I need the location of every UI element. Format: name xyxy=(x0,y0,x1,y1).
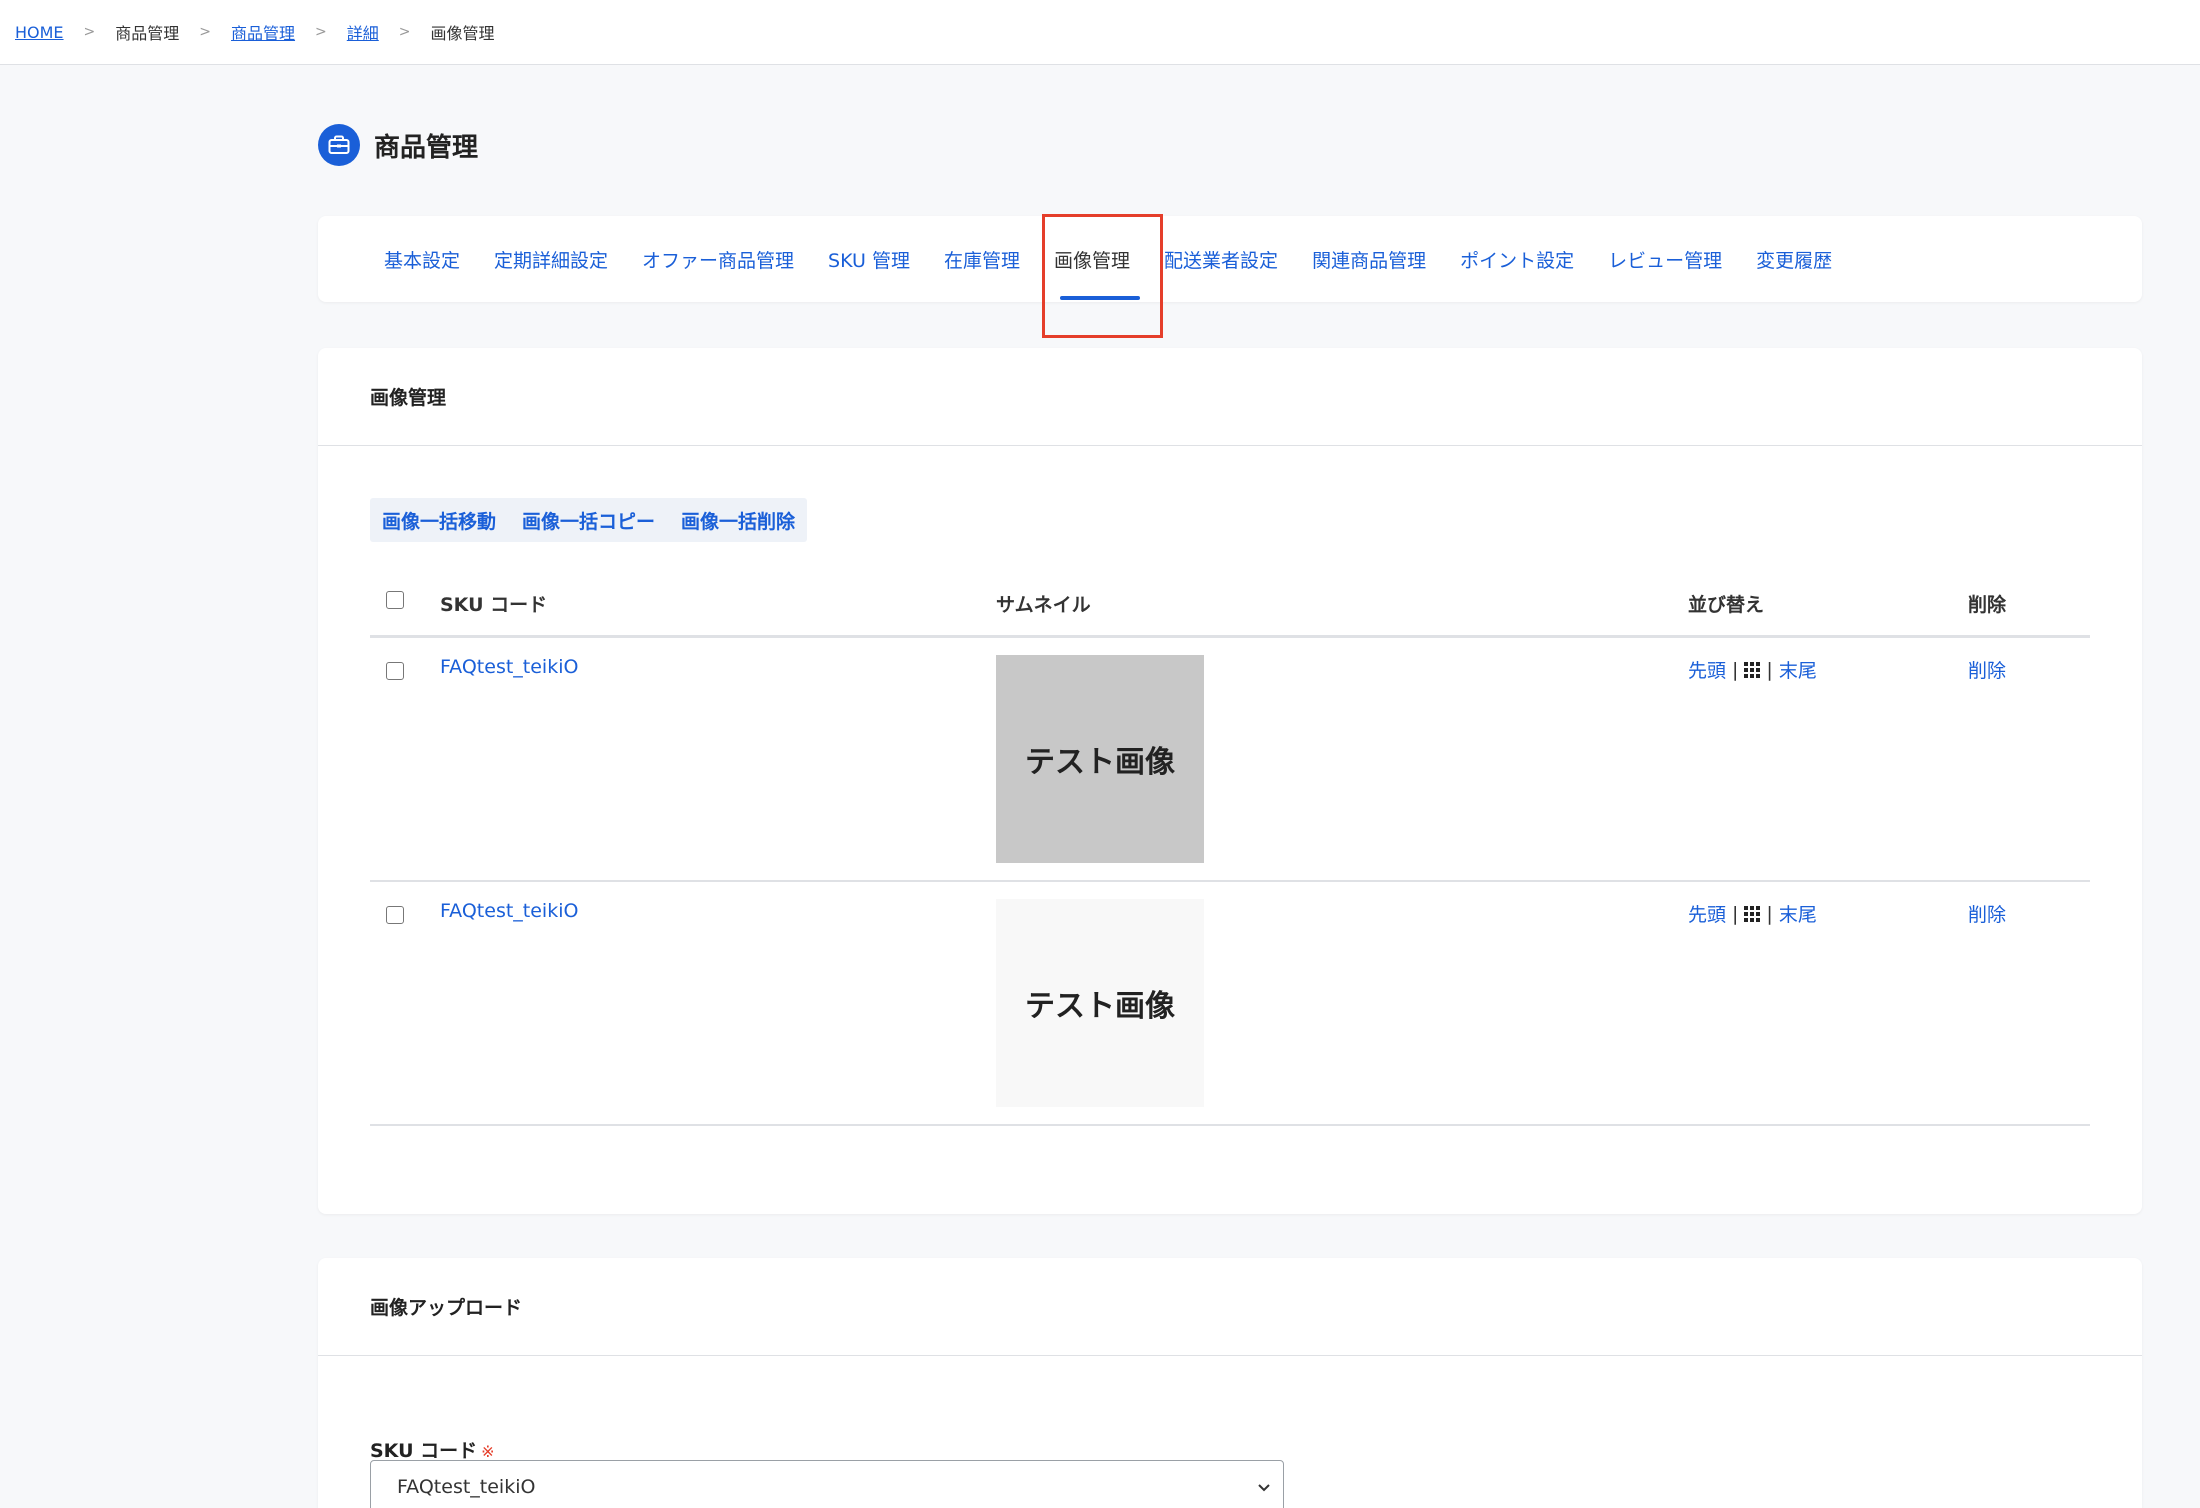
separator: | xyxy=(1766,658,1773,681)
bulk-move-button[interactable]: 画像一括移動 xyxy=(382,507,496,534)
section-title: 画像アップロード xyxy=(318,1258,2142,1356)
select-all-checkbox[interactable] xyxy=(386,591,404,609)
drag-handle-icon[interactable] xyxy=(1744,905,1761,922)
breadcrumb-separator: > xyxy=(398,24,411,40)
table-row: FAQtest_teikiO テスト画像 先頭 | | 末尾 削除 xyxy=(370,638,2090,882)
move-last-link[interactable]: 末尾 xyxy=(1779,656,1817,683)
image-management-card: 画像管理 画像一括移動 画像一括コピー 画像一括削除 SKU コード サムネイル… xyxy=(318,348,2142,1214)
breadcrumb: HOME > 商品管理 > 商品管理 > 詳細 > 画像管理 xyxy=(0,0,2200,65)
tab-inventory[interactable]: 在庫管理 xyxy=(944,216,1020,302)
section-title: 画像管理 xyxy=(318,348,2142,446)
bulk-delete-button[interactable]: 画像一括削除 xyxy=(681,507,795,534)
row-checkbox[interactable] xyxy=(386,662,404,680)
sku-link[interactable]: FAQtest_teikiO xyxy=(440,900,578,922)
drag-handle-icon[interactable] xyxy=(1744,661,1761,678)
tab-related-products[interactable]: 関連商品管理 xyxy=(1312,216,1426,302)
thumbnail-text: テスト画像 xyxy=(996,899,1204,1107)
image-table: SKU コード サムネイル 並び替え 削除 FAQtest_teikiO テスト… xyxy=(370,566,2090,1126)
sku-label-text: SKU コード xyxy=(370,1440,478,1462)
table-header: SKU コード サムネイル 並び替え 削除 xyxy=(370,566,2090,638)
breadcrumb-current: 画像管理 xyxy=(430,24,495,43)
header-sort: 並び替え xyxy=(1688,594,1765,616)
page-header: 商品管理 xyxy=(318,124,478,166)
breadcrumb-separator: > xyxy=(83,24,96,40)
separator: | xyxy=(1732,902,1739,925)
breadcrumb-item-product-management: 商品管理 xyxy=(115,24,180,43)
tab-history[interactable]: 変更履歴 xyxy=(1756,216,1832,302)
tabs-bar: 基本設定 定期詳細設定 オファー商品管理 SKU 管理 在庫管理 画像管理 配送… xyxy=(318,216,2142,302)
bulk-actions: 画像一括移動 画像一括コピー 画像一括削除 xyxy=(370,498,808,542)
tab-offer-products[interactable]: オファー商品管理 xyxy=(642,216,794,302)
move-first-link[interactable]: 先頭 xyxy=(1688,900,1726,927)
tab-basic-settings[interactable]: 基本設定 xyxy=(384,216,460,302)
thumbnail-image[interactable]: テスト画像 xyxy=(996,899,1204,1107)
breadcrumb-home-link[interactable]: HOME xyxy=(15,23,64,42)
header-thumbnail: サムネイル xyxy=(996,594,1091,616)
delete-link[interactable]: 削除 xyxy=(1968,656,2006,683)
sort-controls: 先頭 | | 末尾 xyxy=(1688,656,1817,683)
chevron-down-icon xyxy=(1258,1484,1270,1492)
table-row: FAQtest_teikiO テスト画像 先頭 | | 末尾 削除 xyxy=(370,882,2090,1126)
tab-reviews[interactable]: レビュー管理 xyxy=(1608,216,1722,302)
move-last-link[interactable]: 末尾 xyxy=(1779,900,1817,927)
header-sku: SKU コード xyxy=(440,594,548,616)
briefcase-icon xyxy=(318,124,360,166)
header-delete: 削除 xyxy=(1968,594,2007,616)
row-checkbox[interactable] xyxy=(386,906,404,924)
image-upload-card: 画像アップロード SKU コード ※ FAQtest_teikiO xyxy=(318,1258,2142,1508)
sku-field-label: SKU コード ※ xyxy=(370,1436,495,1463)
required-mark: ※ xyxy=(481,1442,495,1461)
delete-link[interactable]: 削除 xyxy=(1968,900,2006,927)
tab-sku-management[interactable]: SKU 管理 xyxy=(828,216,910,302)
tab-points[interactable]: ポイント設定 xyxy=(1460,216,1574,302)
tab-subscription-details[interactable]: 定期詳細設定 xyxy=(494,216,608,302)
thumbnail-image[interactable]: テスト画像 xyxy=(996,655,1204,863)
breadcrumb-product-management-link[interactable]: 商品管理 xyxy=(231,20,295,44)
move-first-link[interactable]: 先頭 xyxy=(1688,656,1726,683)
tab-shipping-carriers[interactable]: 配送業者設定 xyxy=(1164,216,1278,302)
breadcrumb-separator: > xyxy=(315,24,327,40)
breadcrumb-detail-link[interactable]: 詳細 xyxy=(347,20,379,44)
sort-controls: 先頭 | | 末尾 xyxy=(1688,900,1817,927)
separator: | xyxy=(1732,658,1739,681)
sku-select-value: FAQtest_teikiO xyxy=(397,1476,536,1498)
page-title: 商品管理 xyxy=(374,132,479,163)
sku-link[interactable]: FAQtest_teikiO xyxy=(440,656,578,678)
breadcrumb-separator: > xyxy=(199,24,212,40)
highlight-annotation xyxy=(1042,214,1163,338)
separator: | xyxy=(1766,902,1773,925)
thumbnail-text: テスト画像 xyxy=(996,655,1204,863)
sku-select[interactable]: FAQtest_teikiO xyxy=(370,1460,1284,1508)
bulk-copy-button[interactable]: 画像一括コピー xyxy=(522,507,655,534)
